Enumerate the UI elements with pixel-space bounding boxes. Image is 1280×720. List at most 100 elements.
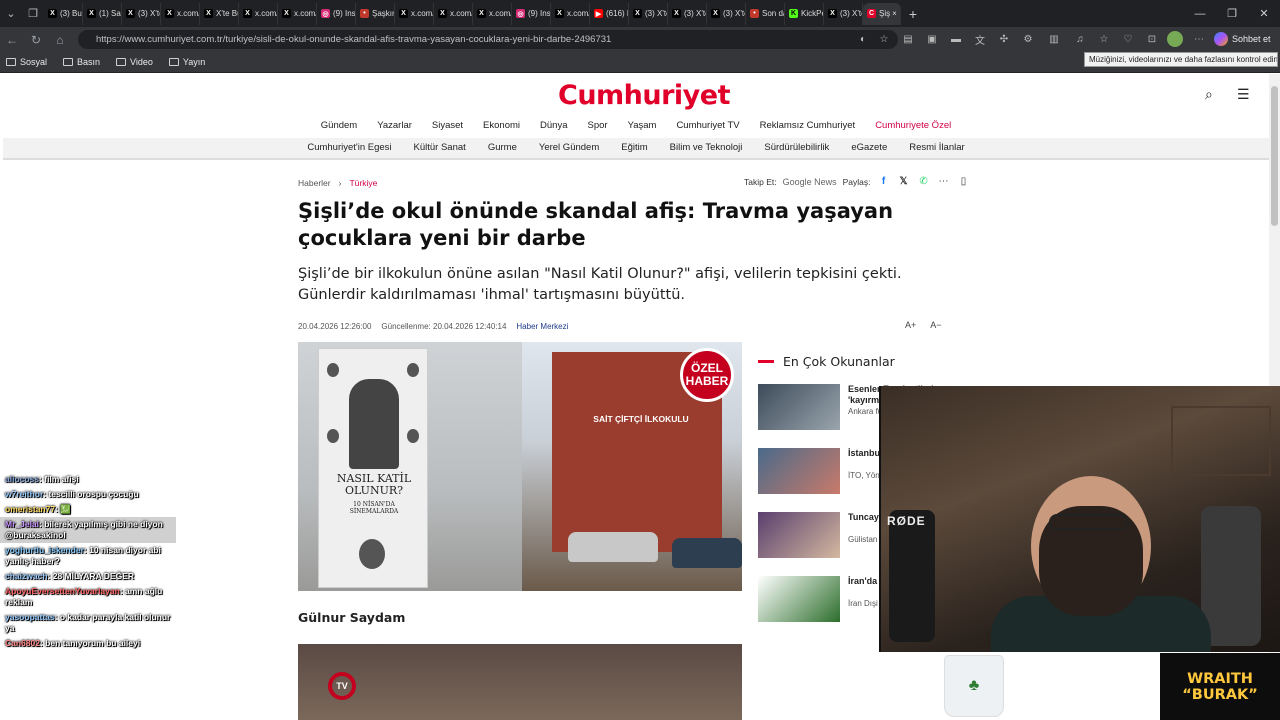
facebook-icon[interactable]: f bbox=[877, 176, 891, 187]
browser-tab[interactable]: X (3) X'te bbox=[629, 2, 668, 25]
browser-tab[interactable]: Xx.com/ bbox=[395, 2, 434, 25]
browser-tab[interactable]: ▶(616) E bbox=[590, 2, 629, 25]
back-icon[interactable]: ← bbox=[0, 27, 24, 52]
tab-actions-chevron-icon[interactable]: ⌄ bbox=[0, 0, 22, 27]
article-hero-image[interactable]: NASIL KATİL OLUNUR? 10 NİSAN'DA SİNEMALA… bbox=[298, 342, 742, 591]
browser-tab[interactable]: Xx.com/ bbox=[434, 2, 473, 25]
browser-tab[interactable]: X (3) X'te bbox=[668, 2, 707, 25]
increase-font-button[interactable]: A+ bbox=[905, 320, 916, 330]
hamburger-menu-icon[interactable]: ☰ bbox=[1237, 86, 1250, 103]
browser-tab[interactable]: • Son da bbox=[746, 2, 785, 25]
new-tab-button[interactable]: + bbox=[901, 6, 925, 22]
close-icon[interactable]: ✕ bbox=[1248, 0, 1280, 27]
browser-tab[interactable]: • Şaşkın bbox=[356, 2, 395, 25]
embedded-video[interactable]: TV bbox=[298, 644, 742, 720]
nav-item[interactable]: Siyaset bbox=[432, 116, 463, 136]
url-text[interactable]: https://www.cumhuriyet.com.tr/turkiye/si… bbox=[96, 34, 611, 45]
browser-essentials-icon[interactable]: ♡ bbox=[1120, 31, 1136, 47]
poster-figure bbox=[349, 379, 399, 469]
nav-item[interactable]: Cumhuriyete Özel bbox=[875, 116, 951, 136]
browser-tab[interactable]: X X'te Bu bbox=[200, 2, 239, 25]
bookmark-icon[interactable]: ▯ bbox=[957, 176, 971, 187]
subnav-item[interactable]: Sürdürülebilirlik bbox=[764, 138, 829, 158]
browser-tab[interactable]: X(1) San bbox=[83, 2, 122, 25]
address-bar[interactable]: https://www.cumhuriyet.com.tr/turkiye/si… bbox=[78, 30, 898, 49]
media-control-icon[interactable]: ♫ bbox=[1072, 31, 1088, 47]
read-aloud-icon[interactable]: ◐ bbox=[855, 31, 871, 47]
breadcrumb: Haberler › Türkiye bbox=[298, 178, 377, 188]
browser-tab[interactable]: ◎ (9) Inst bbox=[512, 2, 551, 25]
translate-icon[interactable]: 文 bbox=[972, 31, 988, 47]
chat-message: aliocoss: film afişi bbox=[0, 472, 176, 487]
nav-item[interactable]: Ekonomi bbox=[483, 116, 520, 136]
bookmark-folder[interactable]: Sosyal bbox=[6, 57, 47, 67]
maximize-icon[interactable]: ❐ bbox=[1216, 0, 1248, 27]
browser-tab[interactable]: Xx.com/ bbox=[239, 2, 278, 25]
extension-icon[interactable]: ✣ bbox=[996, 31, 1012, 47]
breadcrumb-current[interactable]: Türkiye bbox=[349, 178, 377, 188]
favorites-icon[interactable]: ☆ bbox=[1096, 31, 1112, 47]
copilot-button[interactable]: Sohbet et bbox=[1214, 30, 1271, 48]
extensions-puzzle-icon[interactable]: ⚙ bbox=[1020, 31, 1036, 47]
bookmark-folder[interactable]: Video bbox=[116, 57, 153, 67]
browser-tab[interactable]: X (3) X'te bbox=[707, 2, 746, 25]
browser-tab[interactable]: Xx.com/ bbox=[551, 2, 590, 25]
browser-tab[interactable]: Xx.com/ bbox=[473, 2, 512, 25]
favorite-star-icon[interactable]: ☆ bbox=[876, 31, 892, 47]
close-tab-icon[interactable]: × bbox=[892, 9, 897, 18]
more-menu-icon[interactable]: ⋯ bbox=[1191, 31, 1207, 47]
browser-tab[interactable]: K KickPe bbox=[785, 2, 824, 25]
search-icon[interactable]: ⌕ bbox=[1205, 86, 1213, 103]
subnav-item[interactable]: Gurme bbox=[488, 138, 517, 158]
nav-item[interactable]: Gündem bbox=[321, 116, 357, 136]
subnav-item[interactable]: Eğitim bbox=[621, 138, 647, 158]
extension-icon[interactable]: ▬ bbox=[948, 31, 964, 47]
poster-photo: NASIL KATİL OLUNUR? 10 NİSAN'DA SİNEMALA… bbox=[298, 342, 522, 591]
more-share-icon[interactable]: ⋯ bbox=[937, 176, 951, 187]
subnav-item[interactable]: Resmi İlanlar bbox=[909, 138, 964, 158]
nav-item[interactable]: Reklamsız Cumhuriyet bbox=[760, 116, 856, 136]
browser-tab[interactable]: X (3) X'te bbox=[122, 2, 161, 25]
x-share-icon[interactable]: 𝕏 bbox=[897, 176, 911, 187]
browser-tab[interactable]: X (3) X'te bbox=[824, 2, 863, 25]
home-icon[interactable]: ⌂ bbox=[48, 27, 72, 52]
extension-icon[interactable]: ▤ bbox=[900, 31, 916, 47]
split-screen-icon[interactable]: ▥ bbox=[1046, 31, 1062, 47]
subnav-item[interactable]: Kültür Sanat bbox=[414, 138, 466, 158]
profile-avatar[interactable] bbox=[1167, 31, 1183, 47]
cumhuriyet-tv-logo: TV bbox=[328, 672, 356, 700]
tab-label: x.com/ bbox=[255, 9, 278, 18]
browser-tab[interactable]: C Şiş × bbox=[863, 2, 901, 25]
browser-tab[interactable]: Xx.com/ bbox=[278, 2, 317, 25]
subnav-item[interactable]: Yerel Gündem bbox=[539, 138, 599, 158]
minimize-icon[interactable]: — bbox=[1184, 0, 1216, 27]
browser-tab[interactable]: ◎ (9) Inst bbox=[317, 2, 356, 25]
chat-username: omeristan77 bbox=[5, 504, 56, 514]
workspaces-icon[interactable]: ❐ bbox=[22, 0, 44, 27]
subnav-item[interactable]: Cumhuriyet'in Egesi bbox=[307, 138, 391, 158]
bookmark-folder[interactable]: Yayın bbox=[168, 57, 205, 67]
author-name[interactable]: Gülnur Saydam bbox=[298, 610, 405, 625]
decrease-font-button[interactable]: A− bbox=[930, 320, 941, 330]
browser-tab[interactable]: X (3) Bur bbox=[44, 2, 83, 25]
nav-item[interactable]: Cumhuriyet TV bbox=[676, 116, 739, 136]
site-logo[interactable]: Cumhuriyet bbox=[558, 80, 731, 111]
browser-tab[interactable]: Xx.com/ bbox=[161, 2, 200, 25]
bookmark-label: Sosyal bbox=[20, 57, 48, 67]
subnav-item[interactable]: eGazete bbox=[851, 138, 887, 158]
refresh-icon[interactable]: ↻ bbox=[24, 27, 48, 52]
nav-item[interactable]: Spor bbox=[587, 116, 607, 136]
nav-item[interactable]: Dünya bbox=[540, 116, 567, 136]
bookmark-folder[interactable]: Basın bbox=[63, 57, 100, 67]
nav-item[interactable]: Yaşam bbox=[628, 116, 657, 136]
whatsapp-icon[interactable]: ✆ bbox=[917, 176, 931, 187]
google-news-link[interactable]: Google News bbox=[783, 177, 837, 187]
extension-icon[interactable]: ▣ bbox=[924, 31, 940, 47]
subnav-item[interactable]: Bilim ve Teknoloji bbox=[670, 138, 743, 158]
scrollbar-thumb[interactable] bbox=[1271, 86, 1278, 226]
source-link[interactable]: Haber Merkezi bbox=[516, 322, 568, 331]
nav-item[interactable]: Yazarlar bbox=[377, 116, 412, 136]
breadcrumb-home[interactable]: Haberler bbox=[298, 178, 331, 188]
chat-username: aliocoss bbox=[5, 474, 40, 484]
downloads-icon[interactable]: ⊡ bbox=[1144, 31, 1160, 47]
